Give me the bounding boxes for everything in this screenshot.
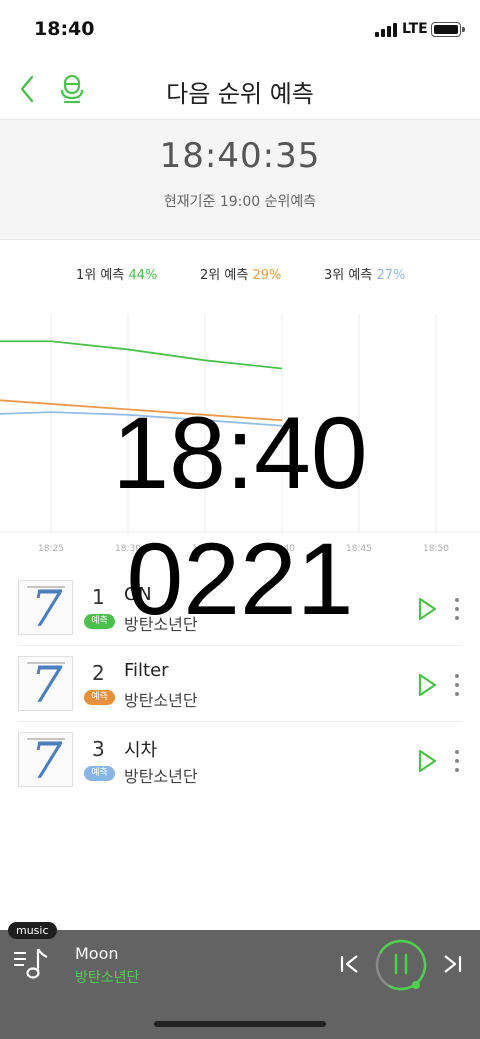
playlist-icon[interactable]	[12, 945, 52, 981]
back-button[interactable]	[14, 70, 44, 108]
signal-icon	[375, 23, 399, 37]
track-title: Filter	[124, 660, 169, 681]
play-button[interactable]	[412, 746, 440, 776]
track-row[interactable]: 7 2 Filter 예측 방탄소년단	[0, 646, 480, 722]
legend-percent: 27%	[376, 268, 406, 283]
microphone-icon	[60, 74, 84, 104]
prediction-basis: 현재기준 19:00 순위예측	[163, 194, 317, 210]
status-bar: 18:40 LTE	[0, 0, 480, 60]
current-time: 18:40:35	[159, 136, 321, 176]
previous-button[interactable]	[338, 952, 362, 976]
series-line-1위-예측	[0, 340, 283, 370]
home-indicator	[154, 1021, 326, 1027]
legend-item-2: 2위 예측 29%	[200, 264, 281, 283]
more-options-button[interactable]	[449, 671, 465, 699]
legend-item-1: 1위 예측 44%	[76, 264, 157, 283]
legend-percent: 29%	[252, 268, 282, 283]
more-options-button[interactable]	[449, 747, 465, 775]
legend-percent: 44%	[128, 268, 158, 283]
time-panel: 18:40:35 현재기준 19:00 순위예측	[0, 119, 480, 240]
skip-previous-icon	[340, 955, 358, 973]
skip-next-icon	[444, 955, 462, 973]
track-artist: 방탄소년단	[124, 691, 198, 710]
prediction-badge: 예측	[84, 766, 115, 781]
track-row[interactable]: 7 3 시차 예측 방탄소년단	[0, 722, 480, 798]
next-button[interactable]	[440, 952, 464, 976]
legend-item-3: 3위 예측 27%	[324, 264, 405, 283]
now-playing-title: Moon	[75, 944, 119, 963]
track-rank: 3	[92, 737, 105, 761]
track-artist: 방탄소년단	[124, 767, 198, 786]
network-label: LTE	[402, 21, 428, 37]
chevron-left-icon	[20, 75, 34, 103]
album-art: 7	[18, 656, 73, 711]
overlay-date: 0221	[126, 522, 354, 636]
album-art: 7	[18, 732, 73, 787]
overlay-time: 18:40	[112, 396, 368, 510]
track-title: 시차	[124, 740, 158, 761]
legend-label: 1위 예측	[76, 268, 125, 283]
battery-icon	[431, 22, 465, 37]
page-title: 다음 순위 예측	[166, 80, 314, 108]
now-playing-artist: 방탄소년단	[75, 970, 140, 986]
pause-icon	[375, 939, 427, 991]
play-button[interactable]	[412, 670, 440, 700]
track-rank: 2	[92, 661, 105, 685]
legend-label: 3위 예측	[324, 268, 373, 283]
play-icon	[418, 749, 437, 773]
mini-player[interactable]: music Moon 방탄소년단	[0, 922, 480, 1039]
play-icon	[418, 673, 437, 697]
voice-search-button[interactable]	[56, 70, 88, 108]
chart-legend: 1위 예측 44% 2위 예측 29% 3위 예측 27%	[0, 264, 480, 284]
pause-button[interactable]	[374, 938, 428, 992]
nav-header: 다음 순위 예측	[0, 60, 480, 118]
legend-label: 2위 예측	[200, 268, 249, 283]
music-tag: music	[8, 922, 57, 939]
prediction-badge: 예측	[84, 690, 115, 705]
status-time: 18:40	[34, 18, 95, 40]
